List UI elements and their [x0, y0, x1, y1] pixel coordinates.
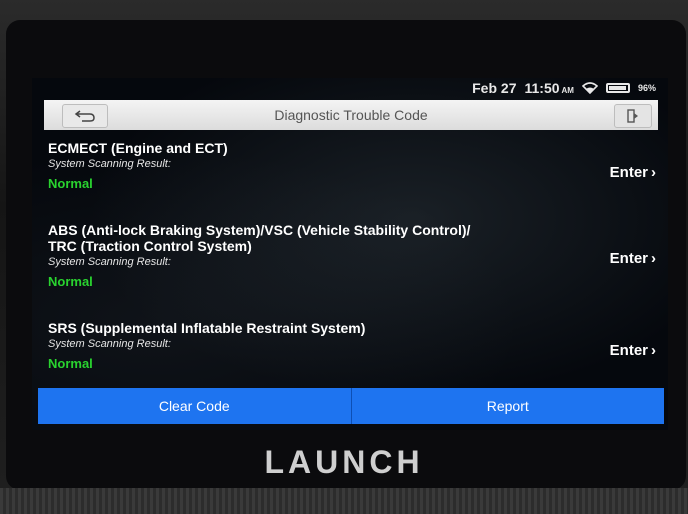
report-button[interactable]: Report: [350, 388, 665, 424]
system-name-continued: TRC (Traction Control System): [48, 238, 252, 254]
scan-result-label: System Scanning Result:: [48, 158, 171, 170]
page-title: Diagnostic Trouble Code: [274, 107, 428, 123]
chevron-right-icon: ›: [651, 164, 656, 181]
system-name: ABS (Anti-lock Braking System)/VSC (Vehi…: [48, 222, 471, 238]
chevron-right-icon: ›: [651, 250, 656, 267]
system-row-srs: SRS (Supplemental Inflatable Restraint S…: [48, 320, 648, 371]
scan-status: Normal: [48, 356, 93, 371]
system-name: ECMECT (Engine and ECT): [48, 140, 228, 156]
wifi-icon: [581, 82, 598, 94]
enter-button-ecmect[interactable]: Enter ›: [610, 164, 656, 181]
back-button[interactable]: [62, 104, 108, 128]
enter-label: Enter: [609, 342, 648, 359]
scan-status: Normal: [48, 274, 93, 289]
enter-button-srs[interactable]: Enter ›: [610, 342, 656, 359]
enter-label: Enter: [609, 164, 648, 181]
exit-icon: [627, 109, 638, 123]
status-date: Feb 27: [472, 80, 517, 96]
system-name: SRS (Supplemental Inflatable Restraint S…: [48, 320, 366, 336]
system-row-abs-vsc-trc: ABS (Anti-lock Braking System)/VSC (Vehi…: [48, 222, 648, 289]
clear-code-button[interactable]: Clear Code: [38, 388, 351, 424]
back-arrow-icon: [74, 110, 95, 122]
scan-result-label: System Scanning Result:: [48, 338, 171, 350]
status-time: 11:50 AM: [524, 80, 574, 96]
exit-button[interactable]: [614, 104, 652, 128]
status-bar: Feb 27 11:50 AM 96%: [32, 78, 668, 98]
scan-result-label: System Scanning Result:: [48, 256, 171, 268]
enter-label: Enter: [609, 250, 648, 267]
action-button-bar: Clear Code Report: [38, 388, 664, 424]
chevron-right-icon: ›: [651, 342, 656, 359]
device-bottom-edge: [0, 488, 688, 514]
device-screen: Feb 27 11:50 AM 96% Diagnostic Trouble Co…: [32, 78, 668, 430]
brand-logo: LAUNCH: [264, 444, 424, 480]
enter-button-abs-vsc-trc[interactable]: Enter ›: [610, 250, 656, 267]
battery-level-fill: [608, 86, 627, 90]
scan-status: Normal: [48, 176, 93, 191]
battery-icon: [605, 83, 630, 93]
system-row-ecmect: ECMECT (Engine and ECT) System Scanning …: [48, 140, 648, 191]
title-bar: Diagnostic Trouble Code: [44, 100, 658, 130]
battery-percent: 96%: [637, 83, 656, 93]
